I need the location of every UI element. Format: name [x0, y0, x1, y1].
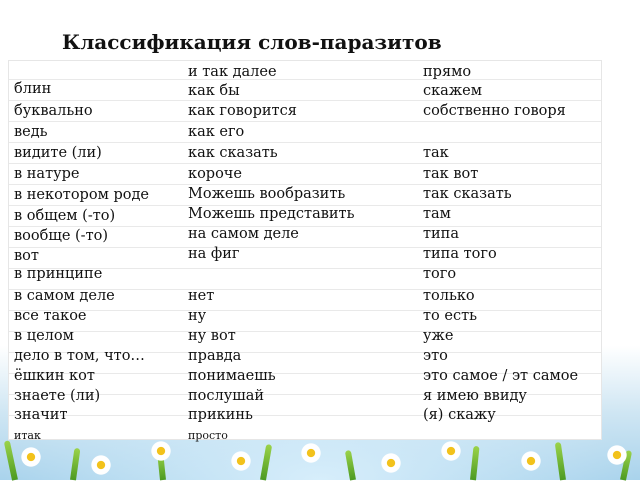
word-item: в принципе	[14, 266, 103, 282]
word-item: как говорится	[188, 103, 297, 119]
word-item: собственно говоря	[423, 103, 566, 119]
word-item: так вот	[423, 166, 479, 182]
page-title: Классификация слов-паразитов	[62, 30, 442, 54]
row-divider	[9, 247, 601, 248]
word-item: итак	[14, 429, 41, 442]
word-item: вообще (-то)	[14, 228, 108, 244]
word-item: как сказать	[188, 145, 278, 161]
word-item: в некотором роде	[14, 187, 149, 203]
word-item: значит	[14, 407, 68, 423]
word-item: дело в том, что…	[14, 348, 145, 364]
daisy-icon	[230, 450, 252, 472]
word-item: в самом деле	[14, 288, 115, 304]
word-item: нет	[188, 288, 215, 304]
word-item: в натуре	[14, 166, 80, 182]
word-item: послушай	[188, 388, 265, 404]
word-item: прикинь	[188, 407, 253, 423]
word-item: скажем	[423, 83, 483, 99]
word-item: все такое	[14, 308, 87, 324]
word-item: там	[423, 206, 451, 222]
daisy-icon	[150, 440, 172, 462]
row-divider	[9, 121, 601, 122]
row-divider	[9, 100, 601, 101]
word-item: ёшкин кот	[14, 368, 95, 384]
row-divider	[9, 163, 601, 164]
word-item: Можешь вообразить	[188, 186, 346, 202]
daisy-icon	[20, 446, 42, 468]
word-item: знаете (ли)	[14, 388, 101, 404]
word-item: правда	[188, 348, 242, 364]
word-item: типа	[423, 226, 459, 242]
word-item: в общем (-то)	[14, 208, 116, 224]
daisy-icon	[90, 454, 112, 476]
word-item: буквально	[14, 103, 93, 119]
word-item: типа того	[423, 246, 497, 262]
word-item: как его	[188, 124, 245, 140]
row-divider	[9, 415, 601, 416]
word-item: как бы	[188, 83, 240, 99]
word-item: на самом деле	[188, 226, 299, 242]
word-item: ну	[188, 308, 207, 324]
word-item: того	[423, 266, 457, 282]
word-item: только	[423, 288, 475, 304]
row-divider	[9, 310, 601, 311]
word-item: видите (ли)	[14, 145, 102, 161]
word-item: понимаешь	[188, 368, 276, 384]
word-item: это самое / эт самое	[423, 368, 579, 384]
word-item: и так далее	[188, 64, 277, 80]
row-divider	[9, 142, 601, 143]
word-item: на фиг	[188, 246, 240, 262]
word-item: блин	[14, 81, 52, 97]
row-divider	[9, 79, 601, 80]
word-item: ведь	[14, 124, 48, 140]
word-item: так сказать	[423, 186, 512, 202]
word-item: вот	[14, 248, 39, 264]
daisy-icon	[300, 442, 322, 464]
word-item: короче	[188, 166, 242, 182]
daisy-icon	[440, 440, 462, 462]
daisy-icon	[380, 452, 402, 474]
row-divider	[9, 331, 601, 332]
word-item: уже	[423, 328, 454, 344]
word-item: ну вот	[188, 328, 236, 344]
daisy-icon	[520, 450, 542, 472]
word-list-panel: блин буквально ведь видите (ли) в натуре…	[8, 60, 602, 442]
word-item: в целом	[14, 328, 74, 344]
word-item: (я) скажу	[423, 407, 496, 423]
word-item: то есть	[423, 308, 477, 324]
word-item: Можешь представить	[188, 206, 355, 222]
word-item: так	[423, 145, 449, 161]
daisy-icon	[606, 444, 628, 466]
word-item: я имею ввиду	[423, 388, 527, 404]
word-item: прямо	[423, 64, 472, 80]
word-item: это	[423, 348, 448, 364]
word-item: просто	[188, 429, 228, 442]
